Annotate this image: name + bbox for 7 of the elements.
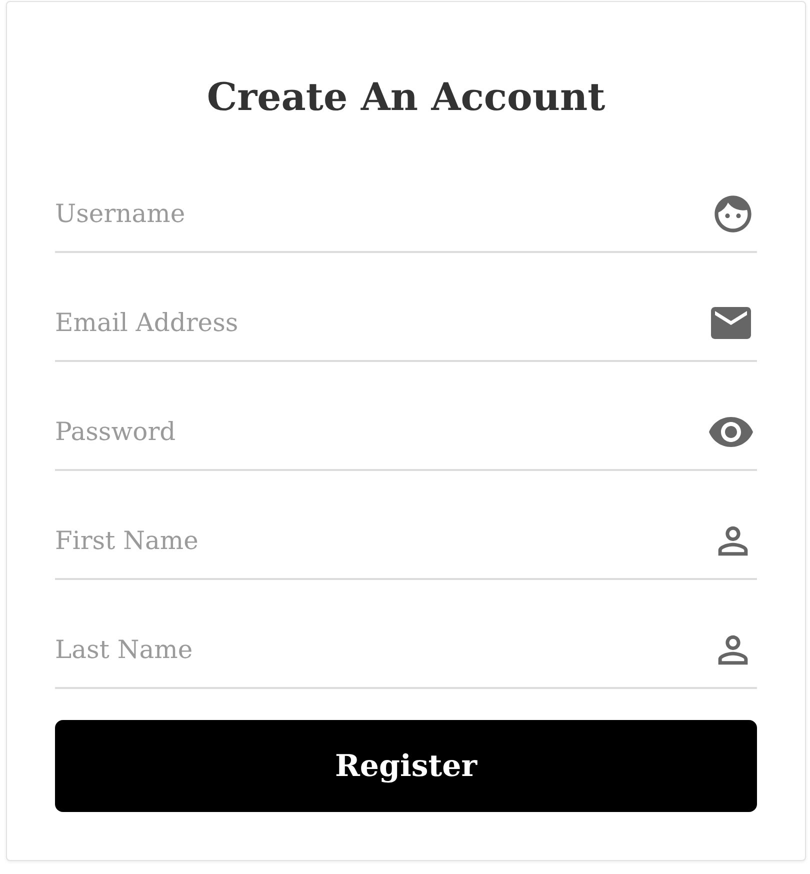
register-button[interactable]: Register bbox=[55, 720, 757, 812]
input-field[interactable]: Email Address bbox=[55, 308, 707, 337]
input-field[interactable]: Username bbox=[55, 199, 711, 228]
form-title: Create An Account bbox=[206, 73, 606, 121]
input-field[interactable]: First Name bbox=[55, 526, 711, 555]
input-field[interactable]: Last Name bbox=[55, 635, 711, 664]
input-field[interactable]: Password bbox=[55, 417, 707, 446]
